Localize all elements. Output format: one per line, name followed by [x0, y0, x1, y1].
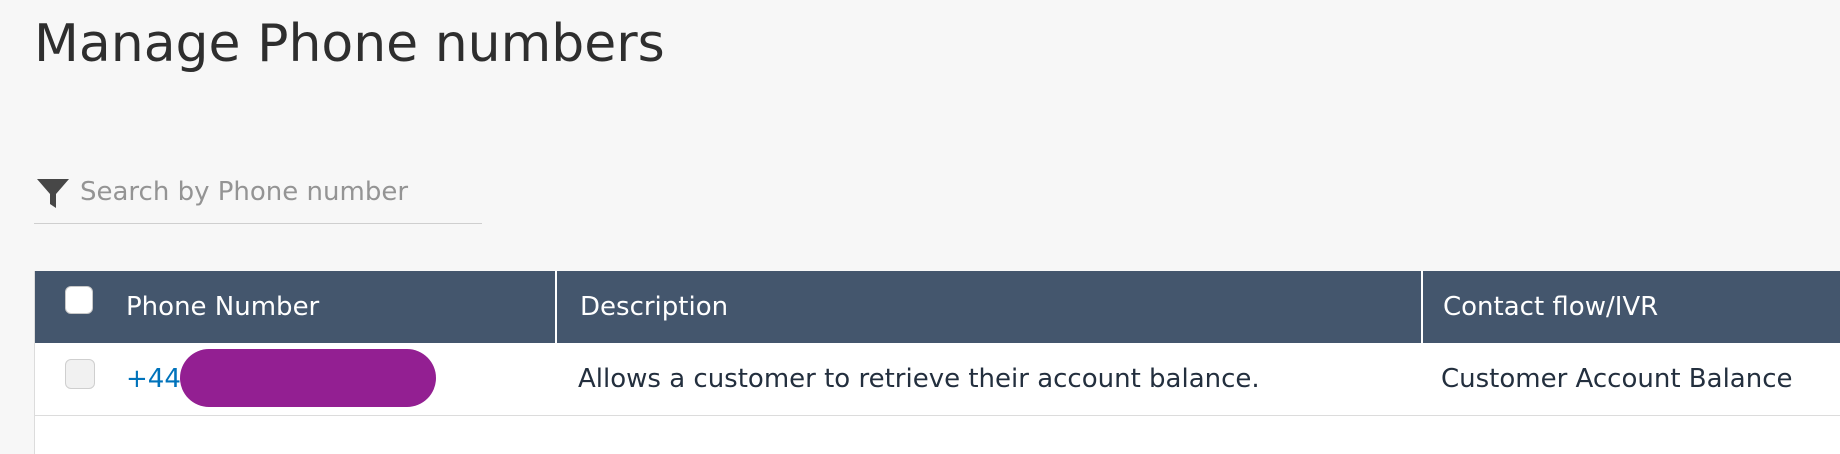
phone-number-link[interactable]: +44	[126, 343, 181, 415]
redacted-phone-digits	[180, 349, 436, 407]
column-header-phone-number[interactable]: Phone Number	[126, 271, 319, 343]
filter-icon	[36, 176, 70, 210]
row-contact-flow: Customer Account Balance	[1441, 364, 1793, 394]
search-bar	[34, 164, 482, 224]
row-description: Allows a customer to retrieve their acco…	[578, 364, 1260, 394]
column-divider	[1421, 271, 1423, 343]
table-header: Phone Number Description Contact flow/IV…	[35, 271, 1840, 343]
column-header-description[interactable]: Description	[580, 271, 728, 343]
row-select-checkbox[interactable]	[65, 359, 95, 389]
select-all-checkbox[interactable]	[65, 286, 93, 314]
column-divider	[555, 271, 557, 343]
page-title: Manage Phone numbers	[34, 14, 665, 74]
column-header-contact-flow[interactable]: Contact flow/IVR	[1443, 271, 1658, 343]
phone-numbers-table: Phone Number Description Contact flow/IV…	[34, 271, 1840, 454]
search-input[interactable]	[80, 172, 470, 212]
